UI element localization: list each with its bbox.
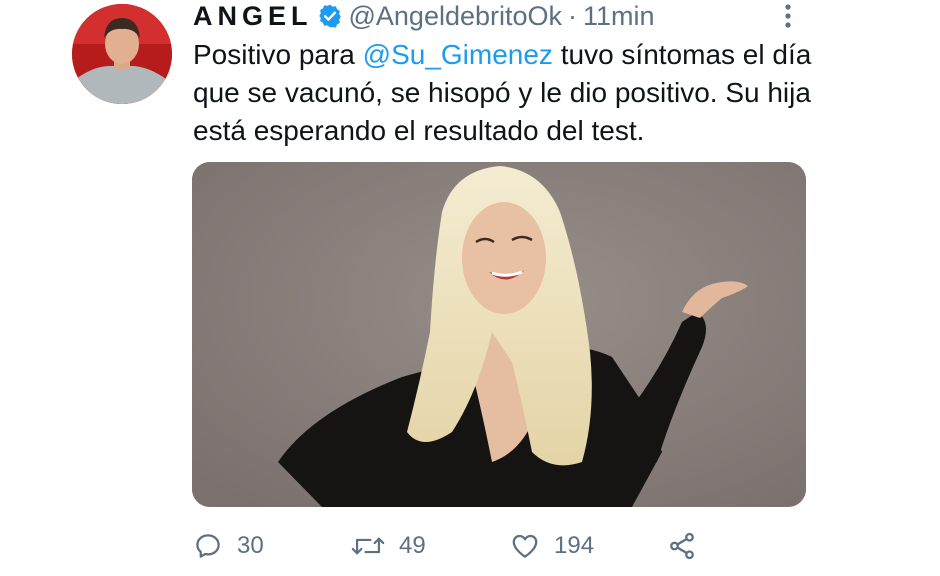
tweet-text-part1: Positivo para: [193, 39, 363, 70]
heart-icon: [512, 534, 538, 558]
separator-dot: ·: [568, 1, 578, 31]
retweet-button[interactable]: 49: [351, 526, 426, 566]
reply-icon: [196, 534, 220, 558]
tweet-header: ANGEL @AngeldebritoOk · 11min: [193, 0, 655, 32]
tweet-body: Positivo para @Su_Gimenez tuvo síntomas …: [193, 36, 853, 150]
tweet-timestamp[interactable]: 11min: [583, 0, 655, 32]
reply-button[interactable]: 30: [193, 526, 264, 566]
retweet-count: 49: [399, 532, 426, 559]
author-display-name[interactable]: ANGEL: [193, 0, 313, 32]
like-count: 194: [554, 532, 595, 559]
share-button[interactable]: [667, 526, 697, 566]
retweet-icon: [351, 537, 385, 555]
author-handle[interactable]: @AngeldebritoOk: [349, 0, 563, 32]
tweet: ANGEL @AngeldebritoOk · 11min Positivo p…: [0, 0, 940, 576]
share-icon: [670, 532, 694, 560]
like-button[interactable]: 194: [510, 526, 594, 566]
tweet-actions-bar: 30 49 194: [193, 526, 813, 566]
verified-badge-icon: [317, 3, 343, 29]
author-avatar[interactable]: [72, 4, 172, 104]
more-options-icon[interactable]: [780, 2, 796, 30]
mention-link[interactable]: @Su_Gimenez: [363, 39, 553, 70]
reply-count: 30: [237, 532, 264, 559]
tweet-media-photo[interactable]: [192, 162, 806, 507]
